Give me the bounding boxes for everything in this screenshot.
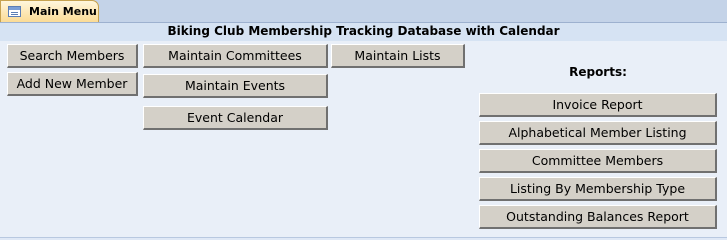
committee-members-button[interactable]: Committee Members [479,149,717,173]
maintain-committees-button[interactable]: Maintain Committees [143,44,328,68]
main-menu-form: Biking Club Membership Tracking Database… [0,23,727,238]
tab-main-menu[interactable]: Main Menu [0,0,99,22]
tab-main-menu-label: Main Menu [29,5,97,18]
listing-by-membership-type-button[interactable]: Listing By Membership Type [479,177,717,201]
invoice-report-button[interactable]: Invoice Report [479,93,717,117]
maintain-events-button[interactable]: Maintain Events [143,74,328,98]
add-new-member-button[interactable]: Add New Member [7,72,138,96]
reports-label: Reports: [569,65,627,79]
page-title: Biking Club Membership Tracking Database… [167,24,560,38]
form-header: Biking Club Membership Tracking Database… [0,23,727,41]
maintain-lists-button[interactable]: Maintain Lists [331,44,465,68]
search-members-button[interactable]: Search Members [7,44,138,68]
form-icon [8,6,21,17]
alphabetical-member-listing-button[interactable]: Alphabetical Member Listing [479,121,717,145]
document-tab-bar: Main Menu [0,0,727,23]
form-bottom-border [0,237,727,238]
outstanding-balances-report-button[interactable]: Outstanding Balances Report [479,205,717,229]
event-calendar-button[interactable]: Event Calendar [143,106,328,130]
